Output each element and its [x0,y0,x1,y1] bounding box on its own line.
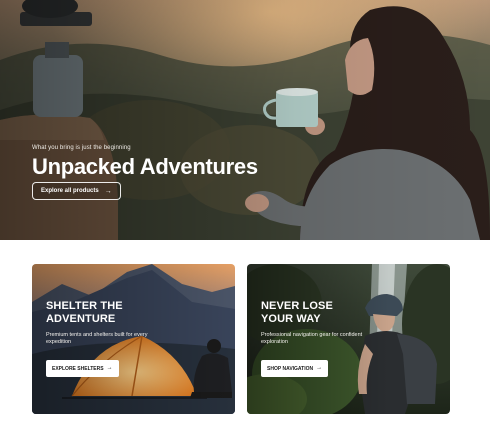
arrow-right-icon: → [316,365,323,371]
arrow-right-icon: → [106,365,113,371]
navigation-card[interactable]: NEVER LOSE YOUR WAY Professional navigat… [247,264,450,414]
explore-shelters-button[interactable]: EXPLORE SHELTERS → [46,360,119,377]
navigation-card-content: NEVER LOSE YOUR WAY Professional navigat… [261,300,436,346]
shelter-card-title: SHELTER THE ADVENTURE [46,300,221,326]
explore-all-products-label: Explore all products [41,188,99,194]
explore-all-products-button[interactable]: Explore all products → [32,182,121,200]
shelter-card-content: SHELTER THE ADVENTURE Premium tents and … [46,300,221,346]
shelter-card-description: Premium tents and shelters built for eve… [46,332,148,345]
navigation-card-title: NEVER LOSE YOUR WAY [261,300,436,326]
explore-shelters-label: EXPLORE SHELTERS [52,365,104,372]
hero-title: Unpacked Adventures [32,154,258,179]
hero-eyebrow: What you bring is just the beginning [32,145,131,151]
navigation-card-description: Professional navigation gear for confide… [261,332,363,345]
arrow-right-icon: → [104,187,112,195]
shelter-title-line1: SHELTER THE [46,300,123,312]
hero-banner: What you bring is just the beginning Unp… [0,0,490,240]
shop-navigation-button[interactable]: SHOP NAVIGATION → [261,360,329,377]
hero-content: What you bring is just the beginning Unp… [32,145,258,200]
hero-photo [0,0,490,240]
shop-navigation-label: SHOP NAVIGATION [267,365,314,372]
page: What you bring is just the beginning Unp… [0,0,490,421]
navigation-title-line2: YOUR WAY [261,313,321,325]
navigation-title-line1: NEVER LOSE [261,300,333,312]
shelter-card[interactable]: SHELTER THE ADVENTURE Premium tents and … [32,264,235,414]
shelter-title-line2: ADVENTURE [46,313,116,325]
